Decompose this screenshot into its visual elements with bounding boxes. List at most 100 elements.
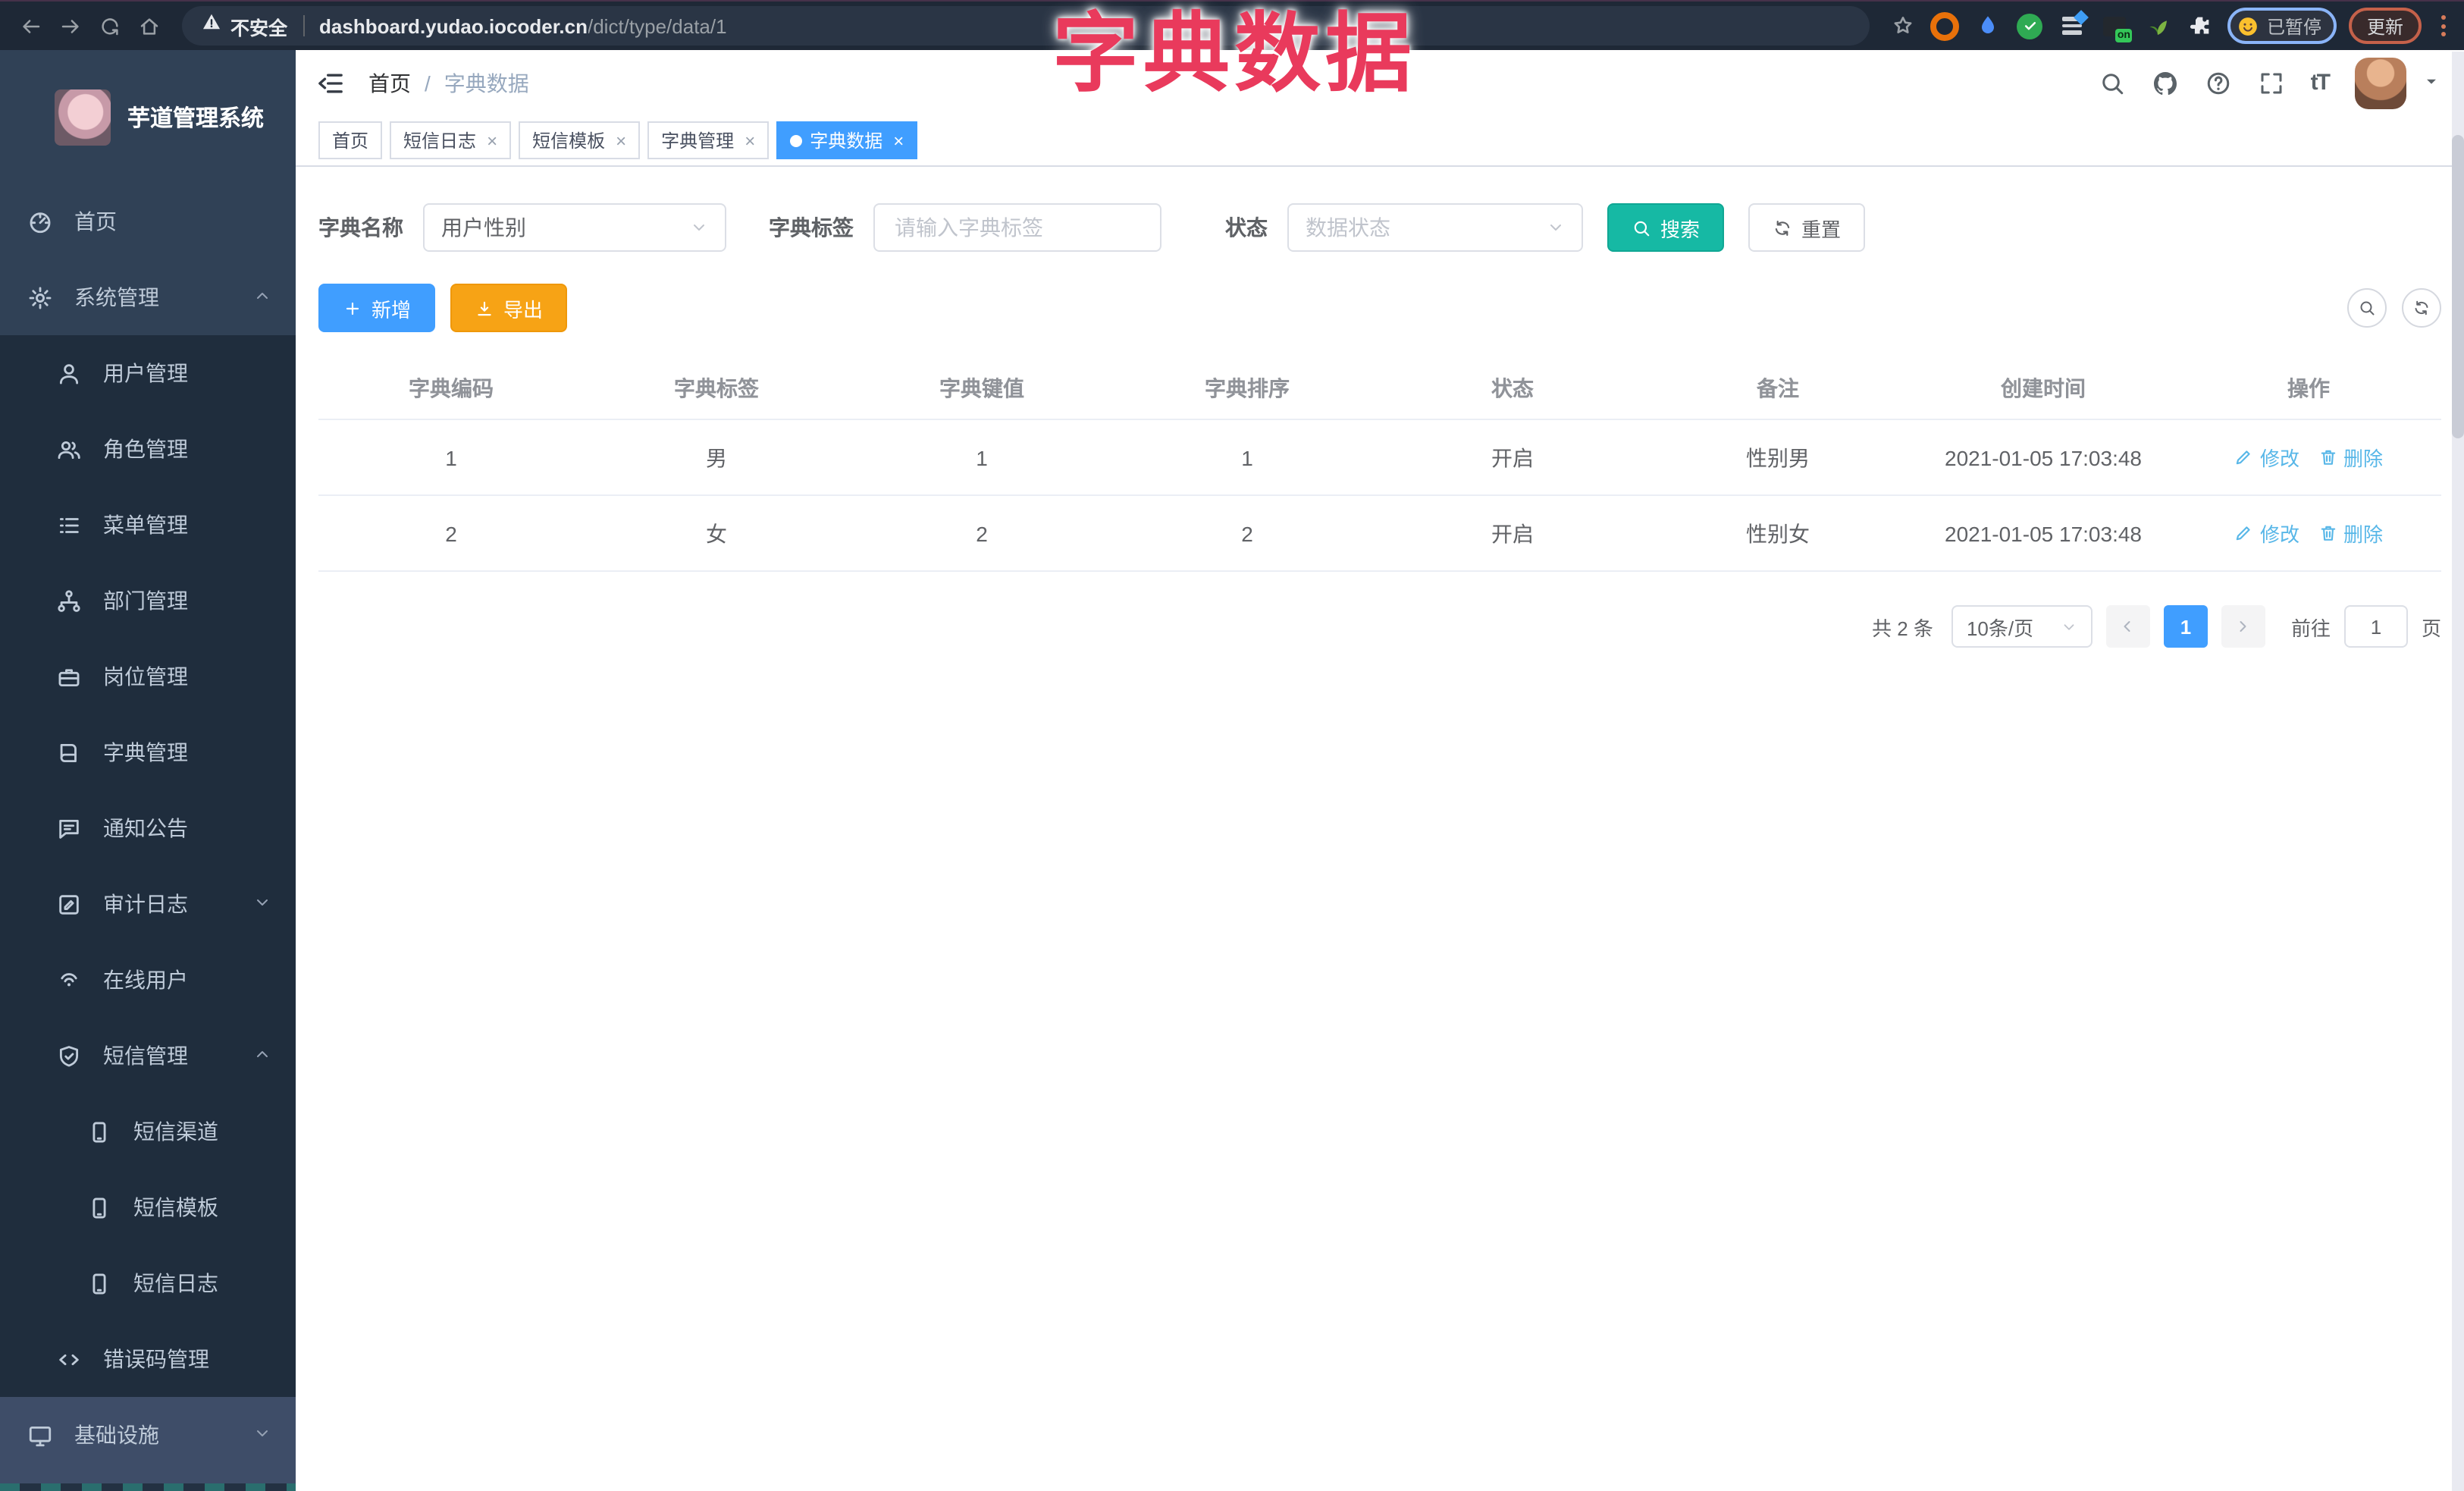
tab-close-icon[interactable]: × [484, 131, 497, 149]
tab-close-icon[interactable]: × [741, 131, 755, 149]
sidebar-item-home[interactable]: 首页 [0, 184, 296, 259]
address-bar[interactable]: 不安全 dashboard.yudao.iocoder.cn /dict/typ… [182, 6, 1870, 46]
total-count: 共 2 条 [1872, 617, 1933, 639]
current-page-button[interactable]: 1 [2163, 605, 2208, 648]
fullscreen-icon[interactable] [2258, 69, 2285, 96]
edit-link[interactable]: 修改 [2234, 443, 2299, 472]
header-search-icon[interactable] [2099, 69, 2126, 96]
browser-home-icon[interactable] [130, 8, 167, 44]
sidebar-item-notice[interactable]: 通知公告 [0, 790, 296, 866]
on-badge-extension-icon[interactable]: on [2100, 11, 2133, 42]
profile-paused-chip[interactable]: 已暂停 [2227, 8, 2337, 44]
sidebar-item-label: 错误码管理 [103, 1347, 209, 1371]
search-button[interactable]: 搜索 [1607, 203, 1725, 252]
users-icon [56, 436, 82, 462]
breadcrumb-home[interactable]: 首页 [368, 67, 411, 98]
browser-menu-kebab-icon[interactable] [2434, 15, 2452, 36]
reset-button[interactable]: 重置 [1748, 203, 1866, 252]
browser-back-icon[interactable] [12, 8, 49, 44]
refresh-table-button[interactable] [2402, 288, 2441, 328]
tab-dict-type[interactable]: 字典管理 × [647, 121, 770, 159]
sidebar-item-label: 系统管理 [74, 285, 159, 309]
scrollbar-thumb[interactable] [2452, 135, 2464, 438]
edit-square-icon [56, 891, 82, 917]
sidebar-toggle-icon[interactable] [315, 67, 346, 98]
tab-sms-log[interactable]: 短信日志 × [390, 121, 512, 159]
bars-extension-icon[interactable] [2058, 10, 2089, 41]
page-content: 字典名称 用户性别 字典标签 状态 数据状态 [296, 167, 2464, 1491]
tab-label: 字典数据 [810, 130, 883, 152]
goto-page-input[interactable] [2343, 605, 2408, 648]
link-label: 修改 [2259, 447, 2299, 470]
sidebar-item-menu[interactable]: 菜单管理 [0, 487, 296, 563]
cell-code: 2 [318, 495, 584, 572]
extensions-puzzle-icon[interactable] [2185, 11, 2215, 41]
sidebar-item-audit-log[interactable]: 审计日志 [0, 866, 296, 942]
green-check-extension-icon[interactable] [2015, 11, 2045, 41]
sidebar-item-post[interactable]: 岗位管理 [0, 639, 296, 714]
edit-link[interactable]: 修改 [2234, 519, 2299, 548]
sidebar-item-error-code[interactable]: 错误码管理 [0, 1321, 296, 1397]
tab-home[interactable]: 首页 [318, 121, 383, 159]
chevron-down-icon [253, 1423, 271, 1447]
tab-dict-data[interactable]: 字典数据 × [776, 121, 918, 159]
sidebar-item-sms-channel[interactable]: 短信渠道 [0, 1094, 296, 1169]
sidebar-item-system[interactable]: 系统管理 [0, 259, 296, 335]
delete-link[interactable]: 删除 [2318, 443, 2383, 472]
sidebar-item-online-user[interactable]: 在线用户 [0, 942, 296, 1018]
sidebar-item-label: 用户管理 [103, 361, 188, 385]
tab-close-icon[interactable]: × [613, 131, 626, 149]
page-size-select[interactable]: 10条/页 [1951, 605, 2093, 648]
pagination: 共 2 条 10条/页 1 前往 页 [318, 605, 2441, 648]
export-button[interactable]: 导出 [450, 284, 568, 332]
user-avatar[interactable] [2355, 57, 2406, 108]
sidebar-item-user[interactable]: 用户管理 [0, 335, 296, 411]
shield-check-icon [56, 1043, 82, 1069]
sidebar-item-dept[interactable]: 部门管理 [0, 563, 296, 639]
briefcase-icon [56, 664, 82, 689]
plus-icon [343, 298, 362, 318]
browser-forward-icon[interactable] [52, 8, 88, 44]
column-header: 创建时间 [1911, 358, 2176, 420]
github-icon[interactable] [2152, 69, 2179, 96]
filter-form: 字典名称 用户性别 字典标签 状态 数据状态 [318, 203, 2441, 252]
sidebar-item-sms-log[interactable]: 短信日志 [0, 1245, 296, 1321]
app-logo[interactable]: 芋道管理系统 [0, 50, 296, 184]
status-select[interactable]: 数据状态 [1287, 203, 1583, 252]
next-page-button[interactable] [2221, 605, 2265, 648]
trash-icon [2318, 523, 2337, 543]
dict-label-input[interactable] [892, 214, 1143, 241]
delete-link[interactable]: 删除 [2318, 519, 2383, 548]
column-header: 备注 [1645, 358, 1911, 420]
sidebar-item-dict[interactable]: 字典管理 [0, 714, 296, 790]
avatar-caret-down-icon[interactable] [2423, 69, 2440, 96]
tab-sms-template[interactable]: 短信模板 × [519, 121, 641, 159]
leaf-extension-icon[interactable] [2143, 11, 2173, 41]
column-header: 字典键值 [849, 358, 1114, 420]
docs-question-icon[interactable] [2205, 69, 2232, 96]
add-button[interactable]: 新增 [318, 284, 436, 332]
sidebar-item-role[interactable]: 角色管理 [0, 411, 296, 487]
window-scrollbar[interactable] [2452, 52, 2464, 1491]
orange-ring-extension-icon[interactable] [1930, 11, 1961, 41]
phone-icon [86, 1194, 112, 1220]
dict-name-select[interactable]: 用户性别 [423, 203, 726, 252]
page-header: 首页 / 字典数据 tT [296, 50, 2464, 115]
bookmark-star-icon[interactable] [1888, 11, 1918, 41]
toggle-search-button[interactable] [2347, 288, 2387, 328]
tab-label: 短信模板 [532, 130, 606, 152]
prev-page-button[interactable] [2105, 605, 2150, 648]
blue-drop-extension-icon[interactable] [1973, 11, 2003, 41]
dict-label-label: 字典标签 [769, 215, 854, 240]
sidebar-item-infra[interactable]: 基础设施 [0, 1397, 296, 1473]
tab-close-icon[interactable]: × [890, 131, 904, 149]
tab-label: 首页 [332, 130, 369, 152]
sidebar-bottom-strip [0, 1483, 296, 1491]
browser-reload-icon[interactable] [91, 8, 127, 44]
sidebar-item-sms[interactable]: 短信管理 [0, 1018, 296, 1094]
sidebar-item-sms-template[interactable]: 短信模板 [0, 1169, 296, 1245]
cell-label: 女 [584, 495, 849, 572]
font-size-icon[interactable]: tT [2311, 70, 2331, 96]
sidebar-item-label: 短信渠道 [133, 1119, 218, 1144]
browser-update-button[interactable]: 更新 [2348, 8, 2422, 44]
